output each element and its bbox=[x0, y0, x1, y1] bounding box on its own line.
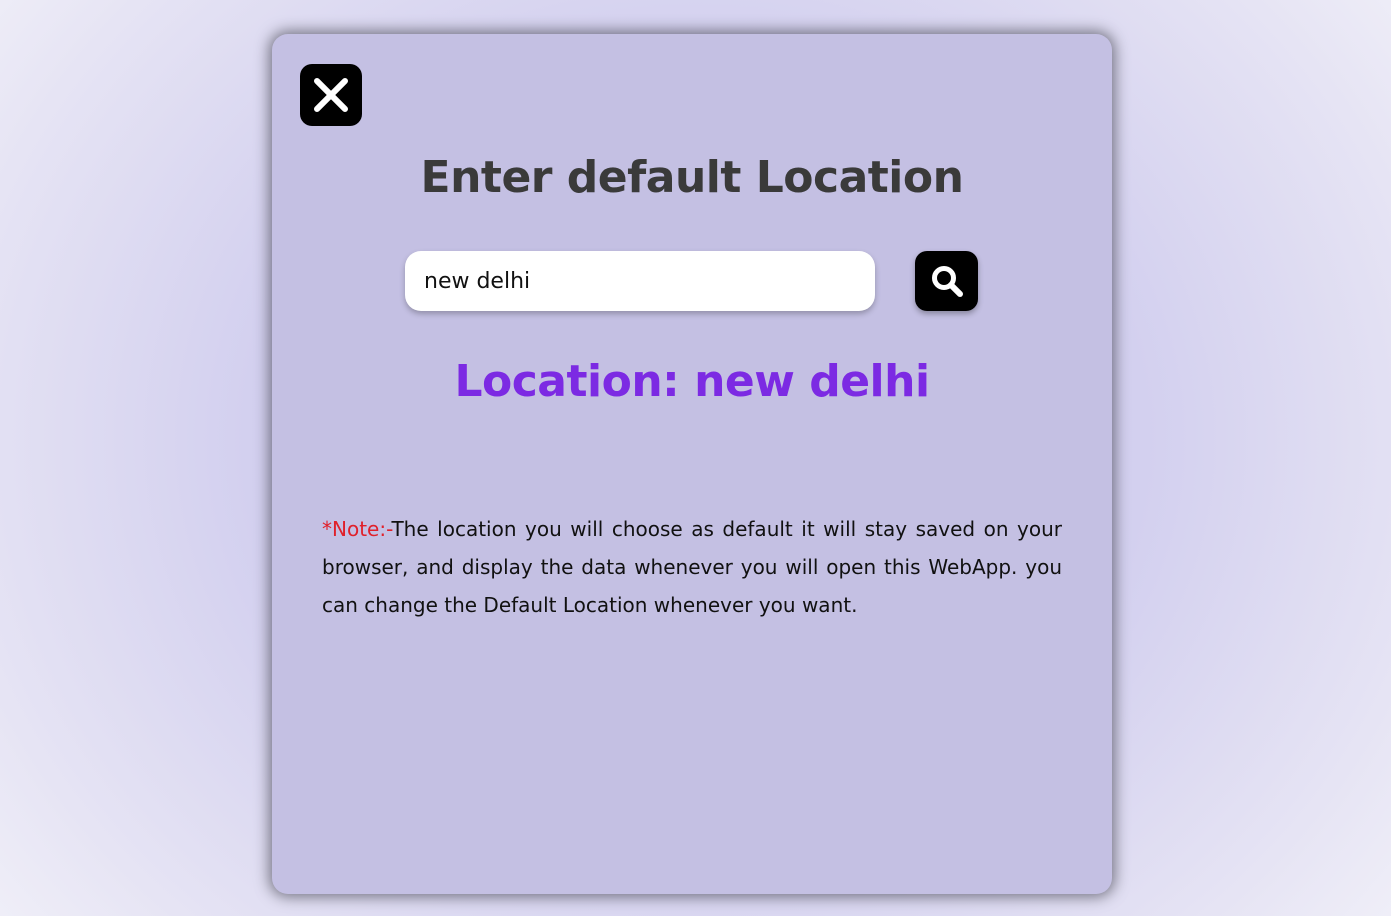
modal-title: Enter default Location bbox=[420, 152, 964, 203]
close-icon bbox=[314, 78, 348, 112]
search-icon bbox=[931, 266, 963, 297]
note-prefix: *Note:- bbox=[322, 517, 392, 541]
note-paragraph: *Note:-The location you will choose as d… bbox=[322, 510, 1062, 624]
current-location-label: Location: new delhi bbox=[454, 356, 930, 407]
search-button[interactable] bbox=[915, 251, 978, 311]
location-search-input[interactable] bbox=[405, 251, 875, 311]
default-location-modal: Enter default Location Location: new del… bbox=[272, 34, 1112, 894]
close-button[interactable] bbox=[300, 64, 362, 126]
note-text: The location you will choose as default … bbox=[322, 517, 1062, 617]
